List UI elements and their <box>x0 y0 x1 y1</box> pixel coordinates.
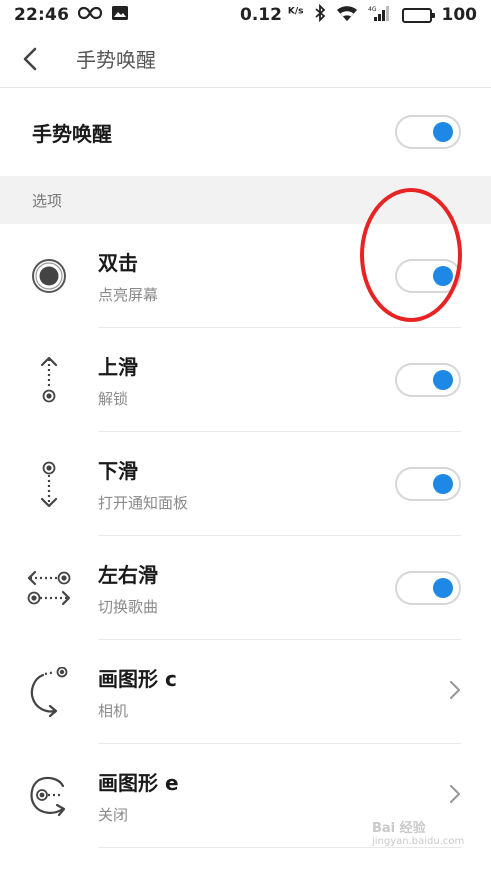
master-toggle-switch[interactable] <box>395 115 461 149</box>
double-tap-toggle[interactable] <box>395 259 461 293</box>
infinity-icon <box>77 5 103 25</box>
double-tap-icon <box>32 259 66 293</box>
gesture-title: 画图形 e <box>98 771 179 795</box>
status-bar: 22:46 0.12 K/s 4G 100 <box>0 0 491 30</box>
gesture-subtitle: 切换歌曲 <box>98 598 159 616</box>
back-button[interactable] <box>0 30 60 88</box>
gesture-title: 下滑 <box>98 459 138 483</box>
swipe-left-right-icon <box>27 570 71 606</box>
chevron-left-icon <box>23 47 37 70</box>
battery: 100 <box>401 5 478 25</box>
section-header: 选项 <box>0 176 491 224</box>
gesture-subtitle: 相机 <box>98 702 129 720</box>
gesture-subtitle: 关闭 <box>98 806 129 824</box>
swipe-left-right-toggle[interactable] <box>395 571 461 605</box>
chevron-right-icon[interactable] <box>449 781 461 811</box>
watermark: Bai 经验 jingyan.baidu.com <box>372 821 465 848</box>
bluetooth-icon <box>314 3 326 27</box>
gesture-title: 画图形 c <box>98 667 177 691</box>
svg-text:4G: 4G <box>368 6 377 13</box>
gesture-title: 上滑 <box>98 355 138 379</box>
gesture-subtitle: 点亮屏幕 <box>98 286 159 304</box>
master-toggle-label: 手势唤醒 <box>32 121 112 146</box>
gesture-subtitle: 打开通知面板 <box>98 494 189 512</box>
battery-icon <box>401 7 435 23</box>
swipe-down-toggle[interactable] <box>395 467 461 501</box>
gesture-row-double-tap[interactable]: 双击 点亮屏幕 <box>0 224 491 328</box>
gesture-row-swipe-left-right[interactable]: 左右滑 切换歌曲 <box>0 536 491 640</box>
gesture-row-swipe-down[interactable]: 下滑 打开通知面板 <box>0 432 491 536</box>
draw-c-icon <box>30 667 68 717</box>
page-title: 手势唤醒 <box>76 48 156 72</box>
draw-e-icon <box>30 776 66 817</box>
swipe-up-icon <box>40 356 58 403</box>
network-speed: 0.12 K/s <box>240 5 304 25</box>
master-toggle-row[interactable]: 手势唤醒 <box>0 88 491 176</box>
clock: 22:46 <box>14 5 70 25</box>
gesture-title: 左右滑 <box>98 563 158 587</box>
gesture-row-swipe-up[interactable]: 上滑 解锁 <box>0 328 491 432</box>
gesture-row-draw-c[interactable]: 画图形 c 相机 <box>0 640 491 744</box>
chevron-right-icon[interactable] <box>449 677 461 707</box>
gesture-title: 双击 <box>98 251 138 275</box>
gallery-notification-icon <box>111 5 129 26</box>
app-header: 手势唤醒 <box>0 30 491 88</box>
swipe-up-toggle[interactable] <box>395 363 461 397</box>
battery-level: 100 <box>441 5 478 25</box>
gesture-list: 双击 点亮屏幕 上滑 解锁 下滑 打开通知面板 左右滑 切换歌曲 画图形 c 相… <box>0 224 491 848</box>
swipe-down-icon <box>40 461 58 508</box>
signal-icon: 4G <box>368 4 392 27</box>
gesture-subtitle: 解锁 <box>98 390 129 408</box>
wifi-icon <box>336 4 358 27</box>
